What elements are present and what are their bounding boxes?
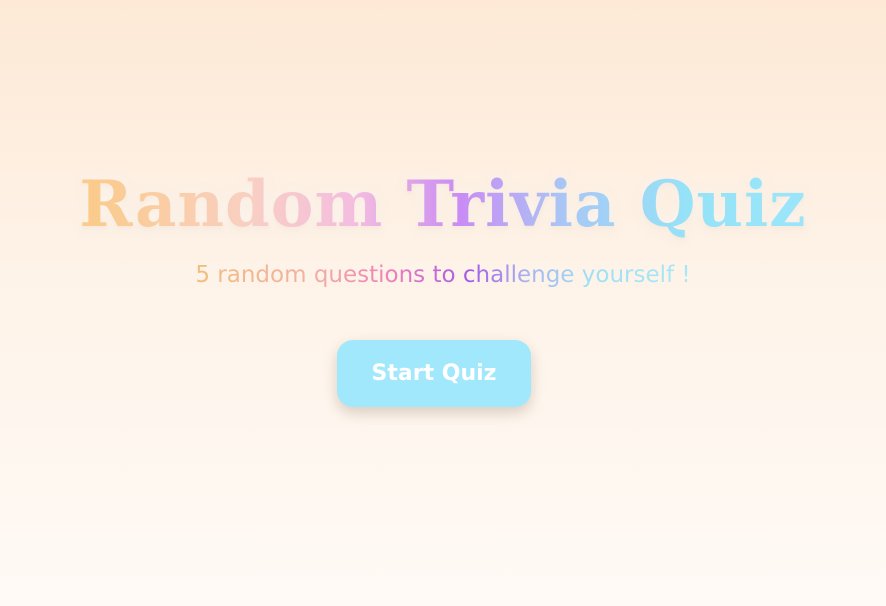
quiz-start-screen: Random Trivia Quiz 5 random questions to… xyxy=(0,0,886,606)
start-quiz-button[interactable]: Start Quiz xyxy=(337,340,531,407)
page-title: Random Trivia Quiz xyxy=(0,160,886,250)
page-subtitle: 5 random questions to challenge yourself… xyxy=(0,260,886,290)
